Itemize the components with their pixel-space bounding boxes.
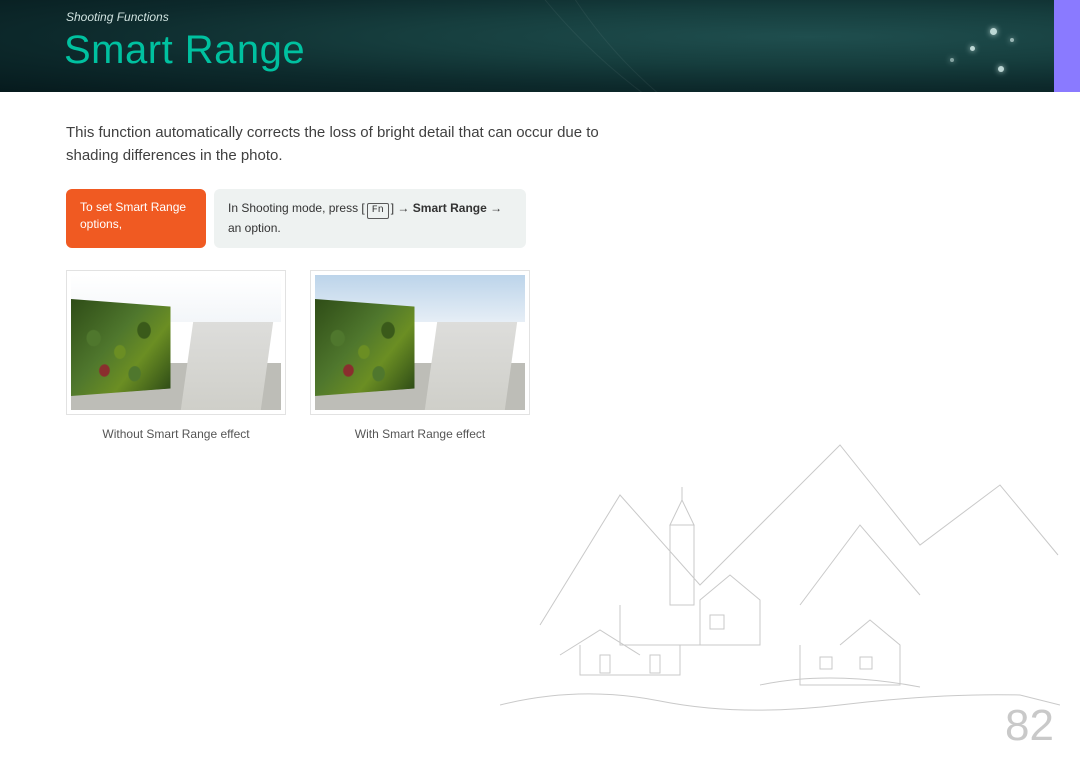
callout-strong: Smart Range [413, 201, 487, 215]
callout-label: To set Smart Range options, [66, 189, 206, 248]
page-title: Smart Range [64, 28, 305, 73]
callout-text-prefix: In Shooting mode, press [ [228, 201, 365, 215]
instruction-callout: To set Smart Range options, In Shooting … [66, 189, 1014, 248]
sample-with: With Smart Range effect [310, 270, 530, 441]
sample-without: Without Smart Range effect [66, 270, 286, 441]
callout-body: In Shooting mode, press [Fn] → Smart Ran… [214, 189, 526, 248]
header-banner: Shooting Functions Smart Range [0, 0, 1080, 92]
page-number: 82 [1005, 701, 1054, 751]
breadcrumb: Shooting Functions [66, 10, 169, 24]
sample-without-caption: Without Smart Range effect [66, 427, 286, 441]
sample-with-image [310, 270, 530, 415]
fn-key-icon: Fn [367, 203, 389, 219]
callout-text-mid: ] → [391, 201, 413, 215]
decorative-village-illustration [500, 405, 1060, 725]
callout-arrow: → [487, 201, 502, 215]
sample-without-image [66, 270, 286, 415]
sample-with-caption: With Smart Range effect [310, 427, 530, 441]
callout-text-suffix: an option. [228, 221, 281, 235]
chapter-ribbon [1054, 0, 1080, 92]
intro-text: This function automatically corrects the… [66, 122, 606, 167]
decorative-dots [900, 18, 1020, 78]
